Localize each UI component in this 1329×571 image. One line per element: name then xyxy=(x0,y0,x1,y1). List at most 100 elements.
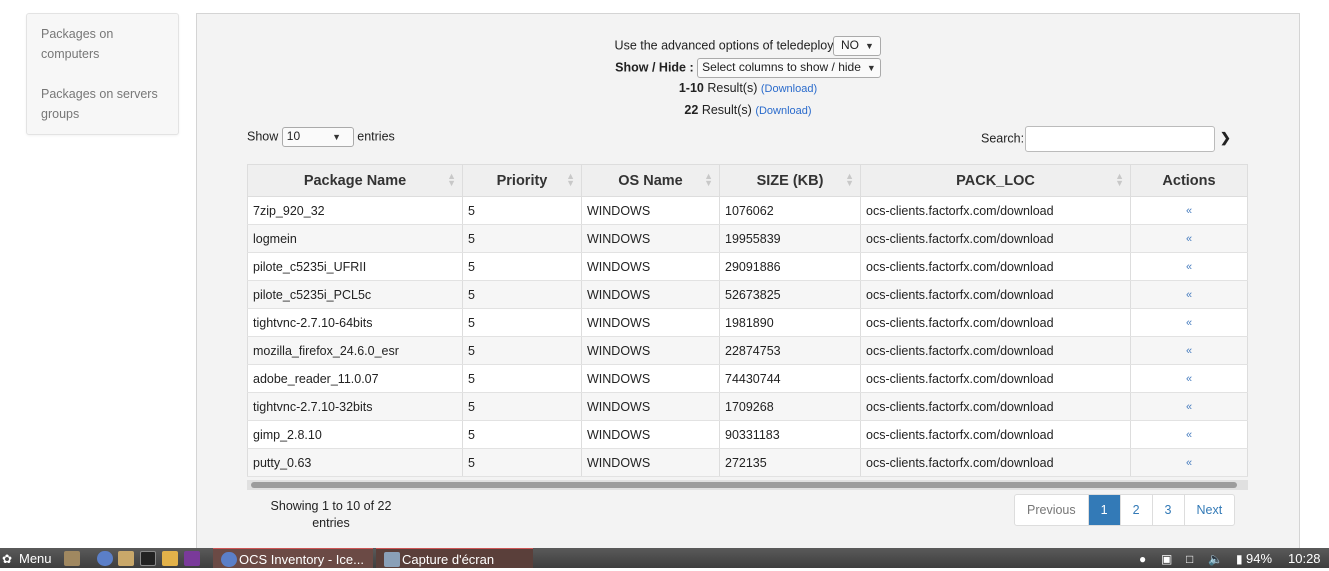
cell-priority: 5 xyxy=(462,224,582,253)
cell-size: 74430744 xyxy=(719,364,861,393)
column-header-actions: Actions xyxy=(1130,164,1248,197)
window-icon[interactable]: □ xyxy=(1186,548,1193,568)
cell-size: 19955839 xyxy=(719,224,861,253)
show-desktop-icon[interactable] xyxy=(64,551,80,566)
sort-icon: ▲ ▼ xyxy=(704,171,713,188)
user-icon[interactable]: ● xyxy=(1139,548,1146,568)
cell-pack-loc: ocs-clients.factorfx.com/download xyxy=(860,364,1131,393)
cell-pack-loc: ocs-clients.factorfx.com/download xyxy=(860,420,1131,449)
columns-select[interactable]: Select columns to show / hide ▼ xyxy=(697,58,881,78)
result-range: 1-10 Result(s) (Download) xyxy=(197,81,1299,95)
show-hide-row: Show / Hide : Select columns to show / h… xyxy=(197,58,1299,78)
sort-icon: ▲ ▼ xyxy=(1115,171,1124,188)
pagination-previous-button[interactable]: Previous xyxy=(1015,495,1089,525)
terminal-launcher-icon[interactable] xyxy=(140,551,156,566)
clock[interactable]: 10:28 xyxy=(1288,548,1321,568)
cell-size: 90331183 xyxy=(719,420,861,449)
cell-package-name: adobe_reader_11.0.07 xyxy=(247,364,463,393)
activate-icon[interactable]: « xyxy=(1130,196,1248,225)
show-hide-label: Show / Hide : xyxy=(615,60,694,75)
browser-launcher-icon[interactable] xyxy=(97,551,113,566)
cell-priority: 5 xyxy=(462,252,582,281)
table-info-line1: Showing 1 to 10 of 22 xyxy=(270,499,392,513)
show-label: Show xyxy=(247,129,279,144)
entries-select[interactable]: 10 ▼ xyxy=(281,127,354,147)
cell-size: 272135 xyxy=(719,448,861,477)
packages-table: Package Name ▲ ▼ Priority ▲ ▼ OS Name ▲ ▼ SIZE… xyxy=(247,164,1248,477)
mint-menu-icon[interactable]: ✿ xyxy=(2,548,12,568)
advanced-options-row: Use the advanced options of teledeploy NO… xyxy=(197,36,1299,56)
cell-os-name: WINDOWS xyxy=(581,252,720,281)
cell-pack-loc: ocs-clients.factorfx.com/download xyxy=(860,252,1131,281)
activate-icon[interactable]: « xyxy=(1130,336,1248,365)
phpstorm-launcher-icon[interactable] xyxy=(184,551,200,566)
cell-package-name: pilote_c5235i_PCL5c xyxy=(247,280,463,309)
pagination-page-3[interactable]: 3 xyxy=(1153,495,1185,525)
screenshot-icon xyxy=(384,552,400,567)
cell-size: 52673825 xyxy=(719,280,861,309)
result-total-count: 22 xyxy=(684,103,699,117)
column-header-size[interactable]: SIZE (KB) ▲ ▼ xyxy=(719,164,861,197)
column-header-pack-loc[interactable]: PACK_LOC ▲ ▼ xyxy=(860,164,1131,197)
task-label: Capture d'écran xyxy=(402,552,495,567)
advanced-options-label: Use the advanced options of teledeploy xyxy=(614,38,834,53)
column-header-priority[interactable]: Priority ▲ ▼ xyxy=(462,164,582,197)
cell-os-name: WINDOWS xyxy=(581,364,720,393)
folder-launcher-icon[interactable] xyxy=(118,551,134,566)
sidebar-item-label: Packages on xyxy=(41,27,114,41)
cell-priority: 5 xyxy=(462,308,582,337)
task-capture-ecran[interactable]: Capture d'écran xyxy=(376,548,533,568)
scrollbar-thumb[interactable] xyxy=(251,482,1237,488)
sort-icon: ▲ ▼ xyxy=(845,171,854,188)
download-page-link[interactable]: (Download) xyxy=(761,83,817,95)
activate-icon[interactable]: « xyxy=(1130,280,1248,309)
search-input[interactable] xyxy=(1025,126,1216,152)
table-row: adobe_reader_11.0.07 5 WINDOWS 74430744 … xyxy=(247,364,1248,393)
horizontal-scrollbar[interactable] xyxy=(247,480,1248,490)
cell-pack-loc: ocs-clients.factorfx.com/download xyxy=(860,308,1131,337)
activate-icon[interactable]: « xyxy=(1130,224,1248,253)
sidebar-item-packages-on-servers-groups[interactable]: Packages on servers groups xyxy=(27,84,178,124)
search-label: Search: xyxy=(981,131,1025,146)
download-all-link[interactable]: (Download) xyxy=(755,105,811,117)
activate-icon[interactable]: « xyxy=(1130,448,1248,477)
table-header-row: Package Name ▲ ▼ Priority ▲ ▼ OS Name ▲ ▼ SIZE… xyxy=(247,164,1248,197)
sidebar: Packages on computers Packages on server… xyxy=(26,13,179,135)
cell-priority: 5 xyxy=(462,364,582,393)
menu-button[interactable]: Menu xyxy=(19,548,52,568)
column-header-package-name[interactable]: Package Name ▲ ▼ xyxy=(247,164,463,197)
pagination-next-button[interactable]: Next xyxy=(1185,495,1235,525)
activate-icon[interactable]: « xyxy=(1130,420,1248,449)
browser-icon xyxy=(221,552,237,567)
activate-icon[interactable]: « xyxy=(1130,308,1248,337)
entries-label: entries xyxy=(357,129,395,144)
battery-icon[interactable]: ▮ xyxy=(1236,548,1243,568)
pagination-page-2[interactable]: 2 xyxy=(1121,495,1153,525)
pagination-page-1[interactable]: 1 xyxy=(1088,495,1121,525)
cell-priority: 5 xyxy=(462,280,582,309)
cell-os-name: WINDOWS xyxy=(581,196,720,225)
cell-package-name: putty_0.63 xyxy=(247,448,463,477)
cell-package-name: tightvnc-2.7.10-64bits xyxy=(247,308,463,337)
activate-icon[interactable]: « xyxy=(1130,364,1248,393)
volume-icon[interactable]: 🔈 xyxy=(1208,548,1223,568)
cell-os-name: WINDOWS xyxy=(581,448,720,477)
activate-icon[interactable]: « xyxy=(1130,392,1248,421)
cell-priority: 5 xyxy=(462,420,582,449)
chevron-down-icon: ▼ xyxy=(864,41,874,51)
cell-package-name: gimp_2.8.10 xyxy=(247,420,463,449)
table-row: tightvnc-2.7.10-64bits 5 WINDOWS 1981890… xyxy=(247,308,1248,337)
column-header-os-name[interactable]: OS Name ▲ ▼ xyxy=(581,164,720,197)
advanced-options-select[interactable]: NO ▼ xyxy=(833,36,882,56)
toggle-options-chevron-icon[interactable]: ❯ xyxy=(1220,130,1231,146)
cell-size: 1709268 xyxy=(719,392,861,421)
sidebar-item-packages-on-computers[interactable]: Packages on computers xyxy=(27,24,178,64)
activate-icon[interactable]: « xyxy=(1130,252,1248,281)
cell-priority: 5 xyxy=(462,392,582,421)
task-ocs-inventory[interactable]: OCS Inventory - Ice... xyxy=(213,548,373,568)
result-range-suffix: Result(s) xyxy=(707,81,758,95)
table-row: mozilla_firefox_24.6.0_esr 5 WINDOWS 228… xyxy=(247,336,1248,365)
pagination: Previous 1 2 3 Next xyxy=(1014,494,1236,526)
update-icon[interactable]: ▣ xyxy=(1161,548,1172,568)
pidgin-launcher-icon[interactable] xyxy=(162,551,178,566)
